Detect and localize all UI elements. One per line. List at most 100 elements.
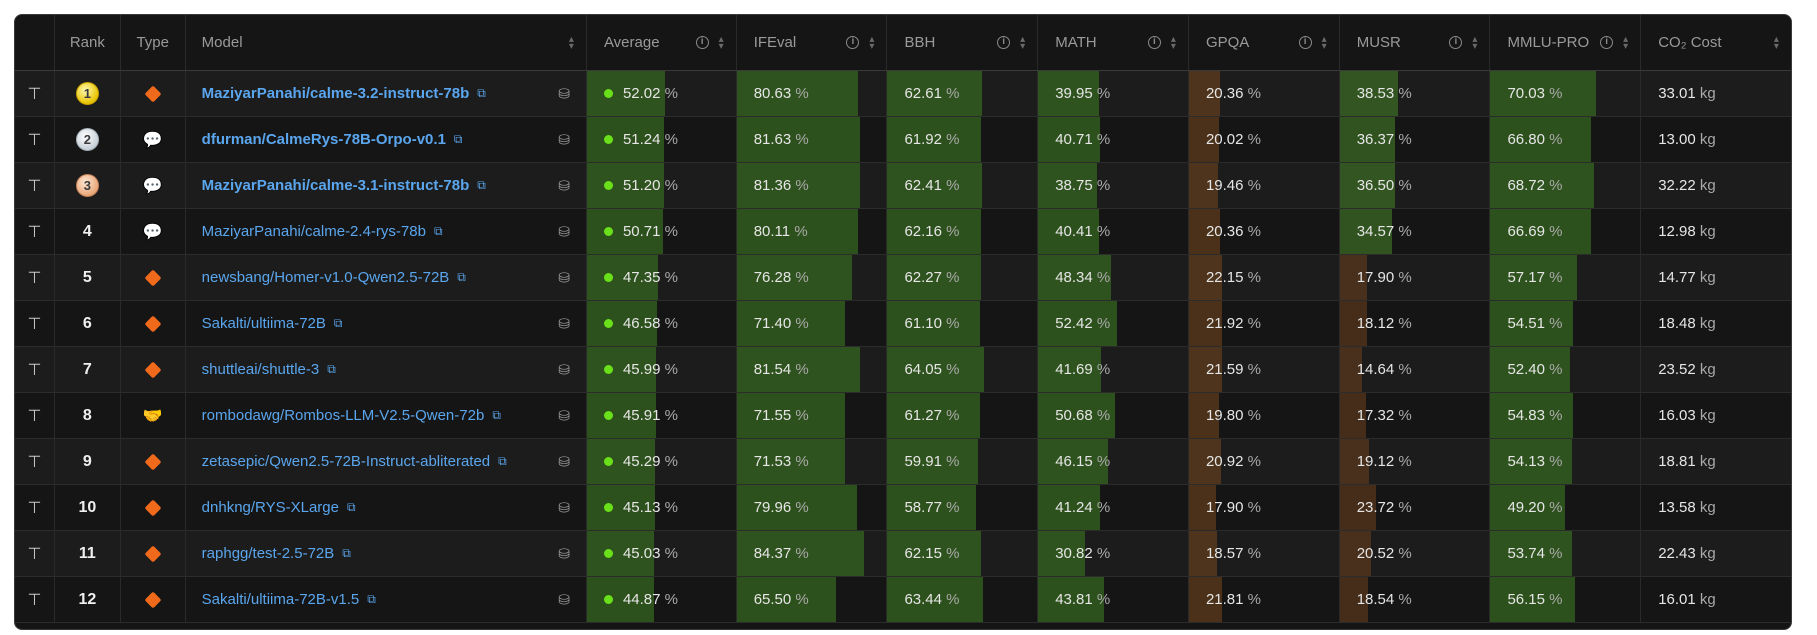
table-row[interactable]: ⊤ 10 dnhkng/RYS-XLarge ⧉ ⛁ 45.13 % 79.96 % 58.7… [15,485,1791,531]
model-link[interactable]: rombodawg/Rombos-LLM-V2.5-Qwen-72b [202,407,485,424]
table-row[interactable]: ⊤ 1 MaziyarPanahi/calme-3.2-instruct-78b ⧉ ⛁… [15,71,1791,117]
pin-cell[interactable]: ⊤ [15,485,55,530]
external-link-icon[interactable]: ⧉ [457,270,466,285]
pin-cell[interactable]: ⊤ [15,209,55,254]
model-link[interactable]: newsbang/Homer-v1.0-Qwen2.5-72B [202,269,450,286]
model-link[interactable]: zetasepic/Qwen2.5-72B-Instruct-abliterat… [202,453,490,470]
header-average[interactable]: Average i ▴ ▾ [587,15,737,70]
database-icon[interactable]: ⛁ [558,177,570,194]
database-icon[interactable]: ⛁ [558,315,570,332]
table-row[interactable]: ⊤ 4 💬 MaziyarPanahi/calme-2.4-rys-78b ⧉ ⛁ 50.7… [15,209,1791,255]
pin-icon[interactable]: ⊤ [27,268,41,288]
model-link[interactable]: MaziyarPanahi/calme-3.2-instruct-78b [202,85,470,102]
external-link-icon[interactable]: ⧉ [477,86,486,101]
gpqa-cell: 20.36 % [1188,209,1340,254]
sort-icon[interactable]: ▴ ▾ [1171,34,1176,51]
pin-icon[interactable]: ⊤ [27,314,41,334]
external-link-icon[interactable]: ⧉ [454,132,463,147]
header-ifeval[interactable]: IFEval i ▴ ▾ [737,15,888,70]
external-link-icon[interactable]: ⧉ [342,546,351,561]
database-icon[interactable]: ⛁ [558,269,570,286]
database-icon[interactable]: ⛁ [558,545,570,562]
external-link-icon[interactable]: ⧉ [327,362,336,377]
pin-icon[interactable]: ⊤ [27,544,41,564]
pin-cell[interactable]: ⊤ [15,393,55,438]
pin-icon[interactable]: ⊤ [27,498,41,518]
header-math[interactable]: MATH i ▴ ▾ [1038,15,1189,70]
pin-cell[interactable]: ⊤ [15,347,55,392]
table-row[interactable]: ⊤ 2 💬 dfurman/CalmeRys-78B-Orpo-v0.1 ⧉ ⛁ 51.24… [15,117,1791,163]
pin-cell[interactable]: ⊤ [15,117,55,162]
table-row[interactable]: ⊤ 7 shuttleai/shuttle-3 ⧉ ⛁ 45.99 % 81.54 % 64.… [15,347,1791,393]
header-bbh[interactable]: BBH i ▴ ▾ [887,15,1039,70]
table-row[interactable]: ⊤ 3 💬 MaziyarPanahi/calme-3.1-instruct-78b ⧉… [15,163,1791,209]
database-icon[interactable]: ⛁ [558,361,570,378]
database-icon[interactable]: ⛁ [558,407,570,424]
pin-icon[interactable]: ⊤ [27,130,41,150]
database-icon[interactable]: ⛁ [558,131,570,148]
info-icon[interactable]: i [1298,36,1312,49]
table-row[interactable]: ⊤ 8 🤝 rombodawg/Rombos-LLM-V2.5-Qwen-72b ⧉ ⛁ 4… [15,393,1791,439]
database-icon[interactable]: ⛁ [558,499,570,516]
pin-icon[interactable]: ⊤ [27,176,41,196]
pin-icon[interactable]: ⊤ [27,406,41,426]
database-icon[interactable]: ⛁ [558,453,570,470]
pin-cell[interactable]: ⊤ [15,531,55,576]
table-row[interactable]: ⊤ 6 Sakalti/ultiima-72B ⧉ ⛁ 46.58 % 71.40 % 61.… [15,301,1791,347]
info-icon[interactable]: i [1147,36,1161,49]
model-link[interactable]: Sakalti/ultiima-72B-v1.5 [202,591,360,608]
model-link[interactable]: dfurman/CalmeRys-78B-Orpo-v0.1 [202,131,446,148]
database-icon[interactable]: ⛁ [558,591,570,608]
info-icon[interactable]: i [1600,36,1614,49]
external-link-icon[interactable]: ⧉ [367,592,376,607]
pin-cell[interactable]: ⊤ [15,439,55,484]
model-link[interactable]: MaziyarPanahi/calme-2.4-rys-78b [202,223,426,240]
header-co2-cost[interactable]: CO₂ Cost ▴ ▾ [1641,15,1791,70]
header-gpqa[interactable]: GPQA i ▴ ▾ [1189,15,1340,70]
pin-icon[interactable]: ⊤ [27,452,41,472]
pin-cell[interactable]: ⊤ [15,577,55,622]
sort-icon[interactable]: ▴ ▾ [1623,34,1628,51]
info-icon[interactable]: i [695,36,709,49]
external-link-icon[interactable]: ⧉ [477,178,486,193]
pin-icon[interactable]: ⊤ [27,360,41,380]
model-link[interactable]: raphgg/test-2.5-72B [202,545,335,562]
sort-icon[interactable]: ▴ ▾ [869,34,874,51]
info-icon[interactable]: i [846,36,860,49]
external-link-icon[interactable]: ⧉ [498,454,507,469]
table-row[interactable]: ⊤ 5 newsbang/Homer-v1.0-Qwen2.5-72B ⧉ ⛁ 47.35… [15,255,1791,301]
info-icon[interactable]: i [997,36,1011,49]
external-link-icon[interactable]: ⧉ [434,224,443,239]
external-link-icon[interactable]: ⧉ [492,408,501,423]
pin-cell[interactable]: ⊤ [15,255,55,300]
model-link[interactable]: MaziyarPanahi/calme-3.1-instruct-78b [202,177,470,194]
model-link[interactable]: dnhkng/RYS-XLarge [202,499,339,516]
sort-icon[interactable]: ▴ ▾ [719,34,724,51]
header-musr[interactable]: MUSR i ▴ ▾ [1340,15,1491,70]
pin-icon[interactable]: ⊤ [27,222,41,242]
pin-cell[interactable]: ⊤ [15,301,55,346]
model-link[interactable]: shuttleai/shuttle-3 [202,361,320,378]
database-icon[interactable]: ⛁ [558,223,570,240]
pin-cell[interactable]: ⊤ [15,163,55,208]
database-icon[interactable]: ⛁ [558,85,570,102]
table-row[interactable]: ⊤ 9 zetasepic/Qwen2.5-72B-Instruct-abliter… [15,439,1791,485]
header-mmlu-pro[interactable]: MMLU-PRO i ▴ ▾ [1490,15,1642,70]
pin-cell[interactable]: ⊤ [15,71,55,116]
pin-icon[interactable]: ⊤ [27,590,41,610]
table-row[interactable]: ⊤ 12 Sakalti/ultiima-72B-v1.5 ⧉ ⛁ 44.87 % 65.5… [15,577,1791,623]
table-row[interactable]: ⊤ 11 raphgg/test-2.5-72B ⧉ ⛁ 45.03 % 84.37 % 62… [15,531,1791,577]
external-link-icon[interactable]: ⧉ [334,316,343,331]
header-rank[interactable]: Rank [55,15,121,70]
sort-icon[interactable]: ▴ ▾ [569,34,574,51]
info-icon[interactable]: i [1449,36,1463,49]
sort-icon[interactable]: ▴ ▾ [1020,34,1025,51]
sort-icon[interactable]: ▴ ▾ [1322,34,1327,51]
header-model[interactable]: Model ▴ ▾ [186,15,587,70]
sort-icon[interactable]: ▴ ▾ [1774,34,1779,51]
header-type[interactable]: Type [121,15,186,70]
model-link[interactable]: Sakalti/ultiima-72B [202,315,326,332]
sort-icon[interactable]: ▴ ▾ [1472,34,1477,51]
external-link-icon[interactable]: ⧉ [347,500,356,515]
pin-icon[interactable]: ⊤ [27,84,41,104]
